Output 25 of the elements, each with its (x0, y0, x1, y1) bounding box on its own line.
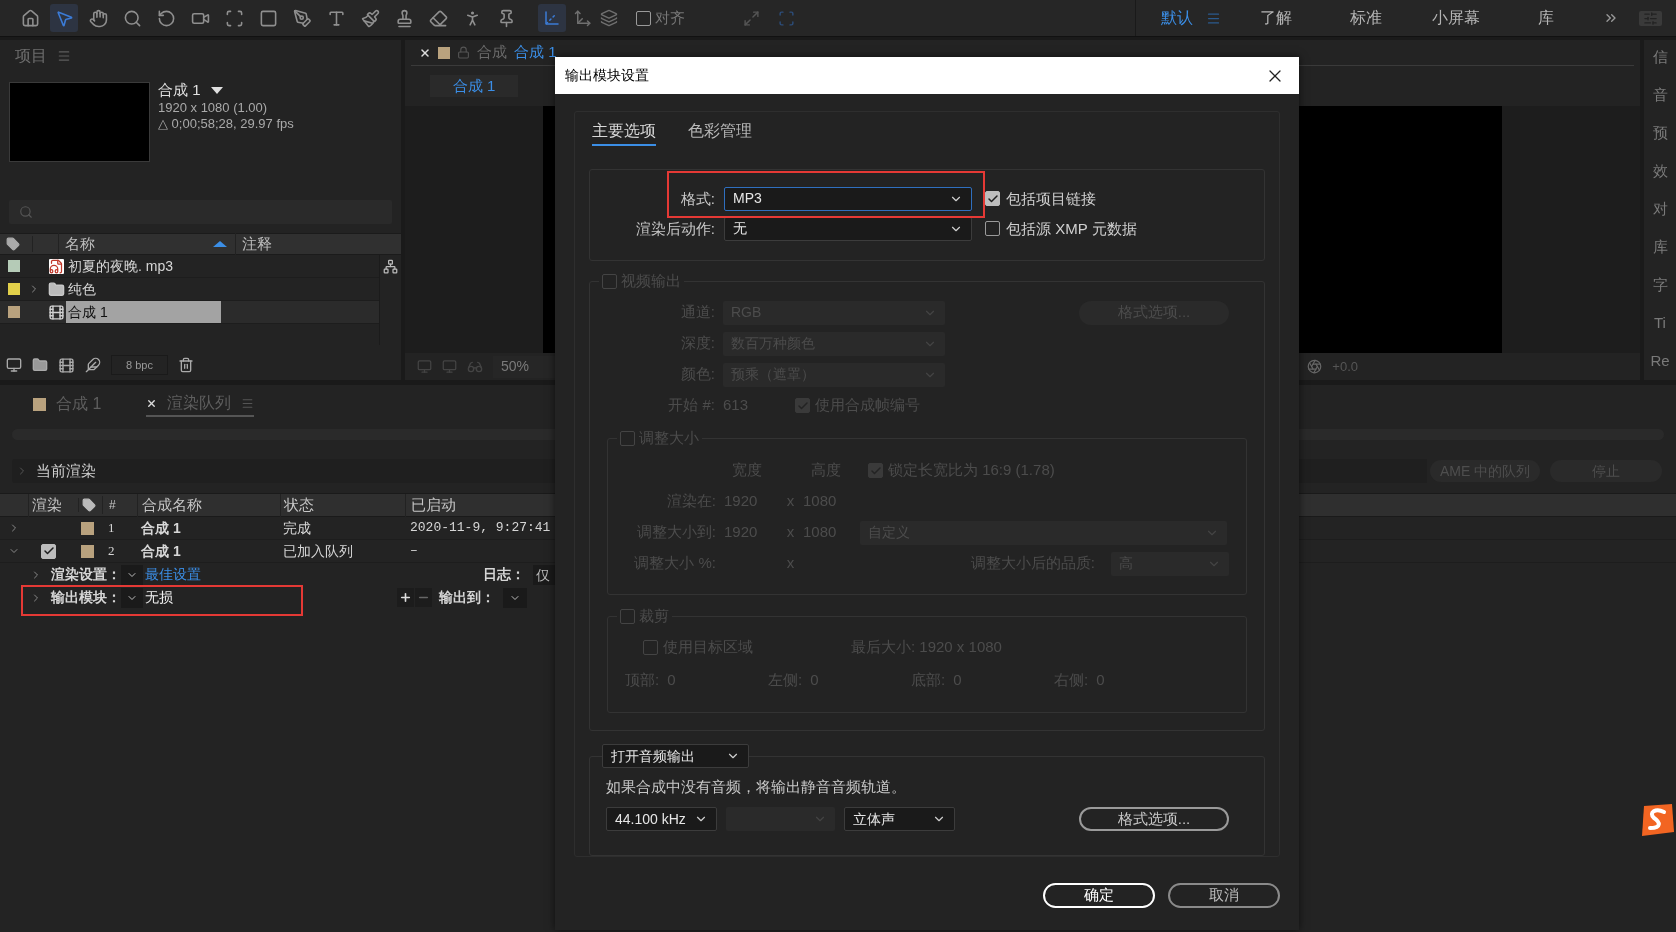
checkbox-label: 包括项目链接 (1006, 188, 1096, 209)
setting-label: 输出到： (439, 588, 495, 607)
panel-title: 项目 (15, 46, 47, 66)
panel-title: 合成 (477, 42, 507, 63)
comp-name: 合成 1 (141, 518, 181, 538)
row-number: 2 (108, 542, 115, 561)
status-text: 已加入队列 (283, 541, 353, 561)
audio-note: 如果合成中没有音频，将输出静音音频轨道。 (606, 777, 906, 798)
setting-label: 日志： (483, 565, 525, 584)
field-label: 格式: (679, 188, 715, 209)
checkbox-label: 包括源 XMP 元数据 (1006, 218, 1137, 239)
setting-label: 输出模块： (51, 588, 121, 607)
setting-label: 渲染设置： (51, 565, 121, 584)
dialog-title: 输出模块设置 (565, 66, 649, 85)
row-number: 1 (108, 519, 115, 538)
status-text: 完成 (283, 518, 311, 538)
comp-name: 合成 1 (141, 541, 181, 561)
align-label: 对齐 (655, 7, 685, 28)
section-title: 当前渲染 (36, 460, 96, 481)
field-label: 渲染后动作: (634, 218, 715, 239)
comp-name: 合成 1 (158, 82, 201, 98)
start-time: – (410, 542, 418, 561)
comp-size: 1920 x 1080 (1.00) (158, 100, 269, 116)
start-time: 2020-11-9, 9:27:41 (410, 519, 551, 538)
comp-duration: △ 0;00;58;28, 29.97 fps (158, 116, 294, 132)
